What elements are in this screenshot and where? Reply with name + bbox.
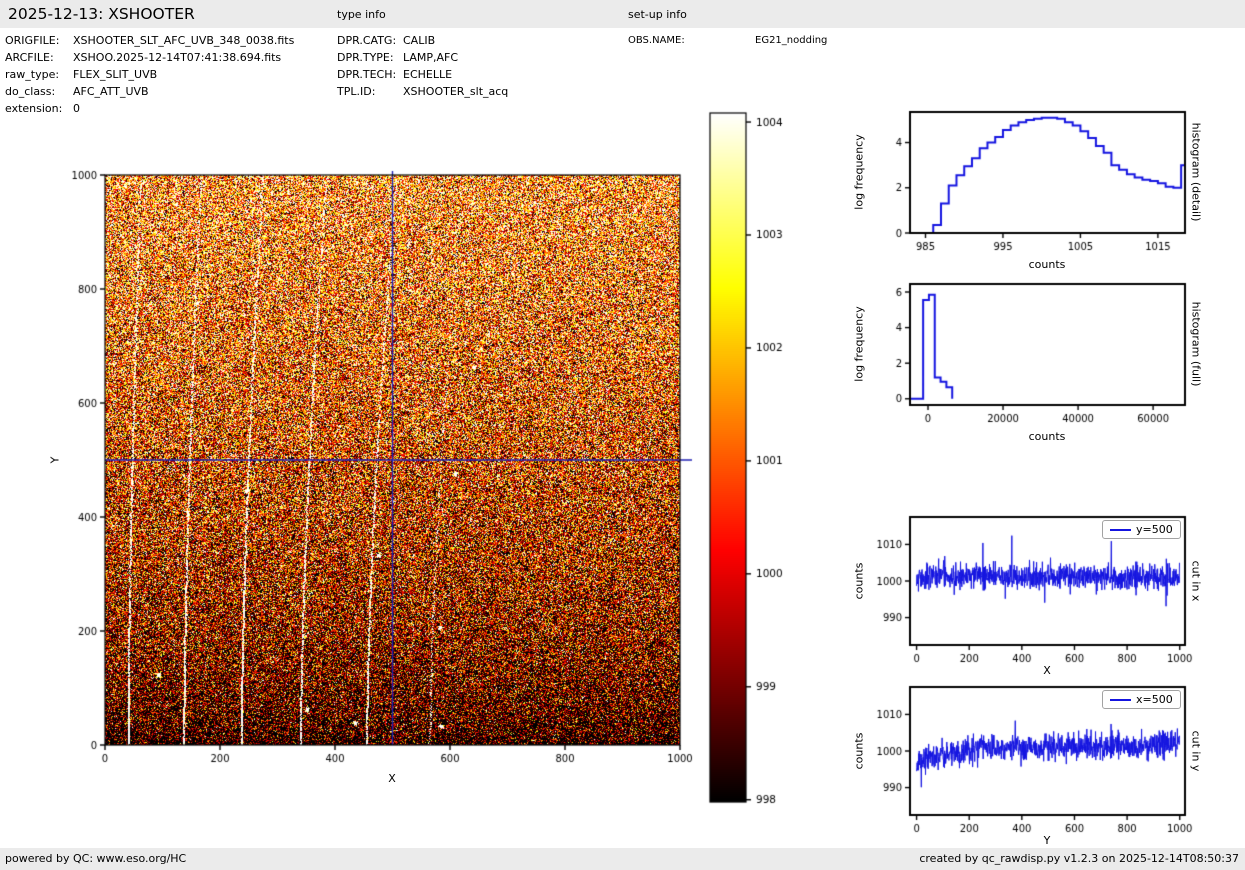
info-label: ORIGFILE: — [5, 32, 73, 49]
info-value: 0 — [73, 102, 80, 115]
info-row-dpr-type: DPR.TYPE:LAMP,AFC — [337, 49, 508, 66]
file-info-block: ORIGFILE:XSHOOTER_SLT_AFC_UVB_348_0038.f… — [5, 32, 294, 117]
legend-label: y=500 — [1136, 523, 1173, 536]
legend-line-sample — [1110, 529, 1131, 531]
setup-info-block: OBS.NAME:EG21_nodding — [628, 32, 827, 49]
footer-powered-by: powered by QC: www.eso.org/HC — [5, 848, 186, 870]
info-row-extension: extension:0 — [5, 100, 294, 117]
cut-x-ylabel: counts — [853, 563, 866, 600]
cut-in-x-canvas — [845, 500, 1245, 680]
type-info-block: DPR.CATG:CALIB DPR.TYPE:LAMP,AFC DPR.TEC… — [337, 32, 508, 100]
info-label: TPL.ID: — [337, 83, 403, 100]
hist-detail-right-label: histogram (detail) — [1190, 123, 1203, 222]
info-value: XSHOOTER_slt_acq — [403, 85, 508, 98]
type-info-heading: type info — [337, 0, 386, 30]
histogram-detail-canvas — [845, 95, 1245, 275]
cut-y-xlabel: Y — [1044, 834, 1051, 847]
legend-label: x=500 — [1136, 693, 1173, 706]
main-plot-xlabel: X — [388, 772, 396, 785]
footer-created-by: created by qc_rawdisp.py v1.2.3 on 2025-… — [919, 848, 1239, 870]
info-label: raw_type: — [5, 66, 73, 83]
footer-bar: powered by QC: www.eso.org/HC created by… — [0, 848, 1245, 870]
info-row-origfile: ORIGFILE:XSHOOTER_SLT_AFC_UVB_348_0038.f… — [5, 32, 294, 49]
info-label: DPR.CATG: — [337, 32, 403, 49]
info-row-obs-name: OBS.NAME:EG21_nodding — [628, 32, 827, 49]
info-value: CALIB — [403, 34, 435, 47]
hist-full-right-label: histogram (full) — [1190, 302, 1203, 387]
info-row-dpr-catg: DPR.CATG:CALIB — [337, 32, 508, 49]
info-row-tpl-id: TPL.ID:XSHOOTER_slt_acq — [337, 83, 508, 100]
cut-in-y-canvas — [845, 670, 1245, 850]
info-label: DPR.TYPE: — [337, 49, 403, 66]
setup-info-heading: set-up info — [628, 0, 687, 30]
cut-y-ylabel: counts — [853, 733, 866, 770]
cut-x-legend: y=500 — [1102, 520, 1181, 539]
info-row-arcfile: ARCFILE:XSHOO.2025-12-14T07:41:38.694.fi… — [5, 49, 294, 66]
info-label: extension: — [5, 100, 73, 117]
cut-x-xlabel: X — [1043, 664, 1051, 677]
info-value: EG21_nodding — [755, 35, 827, 46]
info-value: XSHOO.2025-12-14T07:41:38.694.fits — [73, 51, 281, 64]
info-value: XSHOOTER_SLT_AFC_UVB_348_0038.fits — [73, 34, 294, 47]
info-value: ECHELLE — [403, 68, 452, 81]
cut-y-legend: x=500 — [1102, 690, 1181, 709]
hist-detail-ylabel: log frequency — [853, 134, 866, 209]
cut-y-right-label: cut in y — [1190, 731, 1203, 772]
info-value: LAMP,AFC — [403, 51, 458, 64]
info-row-raw-type: raw_type:FLEX_SLIT_UVB — [5, 66, 294, 83]
hist-full-ylabel: log frequency — [853, 306, 866, 381]
raw-image-heatmap-canvas — [40, 160, 720, 810]
info-label: ARCFILE: — [5, 49, 73, 66]
page-title: 2025-12-13: XSHOOTER — [8, 0, 195, 28]
header-bar: 2025-12-13: XSHOOTER type info set-up in… — [0, 0, 1245, 28]
histogram-full-canvas — [845, 267, 1245, 447]
info-label: OBS.NAME: — [628, 32, 755, 49]
qc-rawdisp-report: 2025-12-13: XSHOOTER type info set-up in… — [0, 0, 1245, 870]
info-row-do-class: do_class:AFC_ATT_UVB — [5, 83, 294, 100]
legend-line-sample — [1110, 699, 1131, 701]
info-label: do_class: — [5, 83, 73, 100]
hist-detail-xlabel: counts — [1029, 258, 1066, 271]
info-value: AFC_ATT_UVB — [73, 85, 149, 98]
hist-full-xlabel: counts — [1029, 430, 1066, 443]
main-plot-ylabel: Y — [49, 457, 62, 464]
info-row-dpr-tech: DPR.TECH:ECHELLE — [337, 66, 508, 83]
info-label: DPR.TECH: — [337, 66, 403, 83]
colorbar-canvas — [695, 105, 815, 820]
cut-x-right-label: cut in x — [1190, 561, 1203, 602]
info-value: FLEX_SLIT_UVB — [73, 68, 157, 81]
